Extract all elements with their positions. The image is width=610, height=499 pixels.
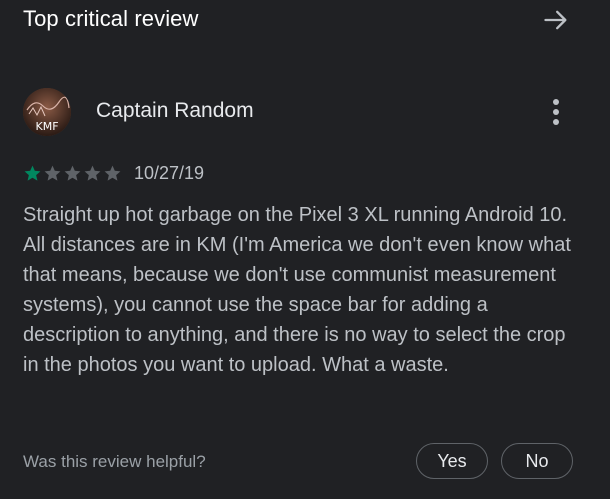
- star-empty-icon: [44, 165, 61, 181]
- helpful-question: Was this review helpful?: [23, 452, 206, 471]
- avatar: KMF: [23, 88, 71, 136]
- avatar-image: KMF: [23, 88, 71, 136]
- review-text: Straight up hot garbage on the Pixel 3 X…: [23, 204, 571, 376]
- svg-text:KMF: KMF: [35, 120, 58, 133]
- more-vert-icon: [553, 99, 559, 125]
- see-all-button[interactable]: [536, 2, 576, 38]
- review-date: 10/27/19: [134, 163, 205, 183]
- section-title: Top critical review: [23, 6, 199, 31]
- star-empty-icon: [84, 165, 101, 181]
- star-empty-icon: [64, 165, 81, 181]
- no-button[interactable]: No: [501, 443, 573, 479]
- more-options-button[interactable]: [538, 94, 574, 130]
- arrow-right-icon: [544, 10, 567, 30]
- star-filled-icon: [24, 165, 41, 181]
- review-card: Top critical review KMF Captain Random 1…: [0, 0, 610, 499]
- reviewer-name: Captain Random: [96, 99, 254, 122]
- star-rating: [23, 163, 122, 183]
- helpful-row: Was this review helpful? Yes No: [23, 443, 583, 481]
- star-empty-icon: [104, 165, 121, 181]
- yes-button[interactable]: Yes: [416, 443, 488, 479]
